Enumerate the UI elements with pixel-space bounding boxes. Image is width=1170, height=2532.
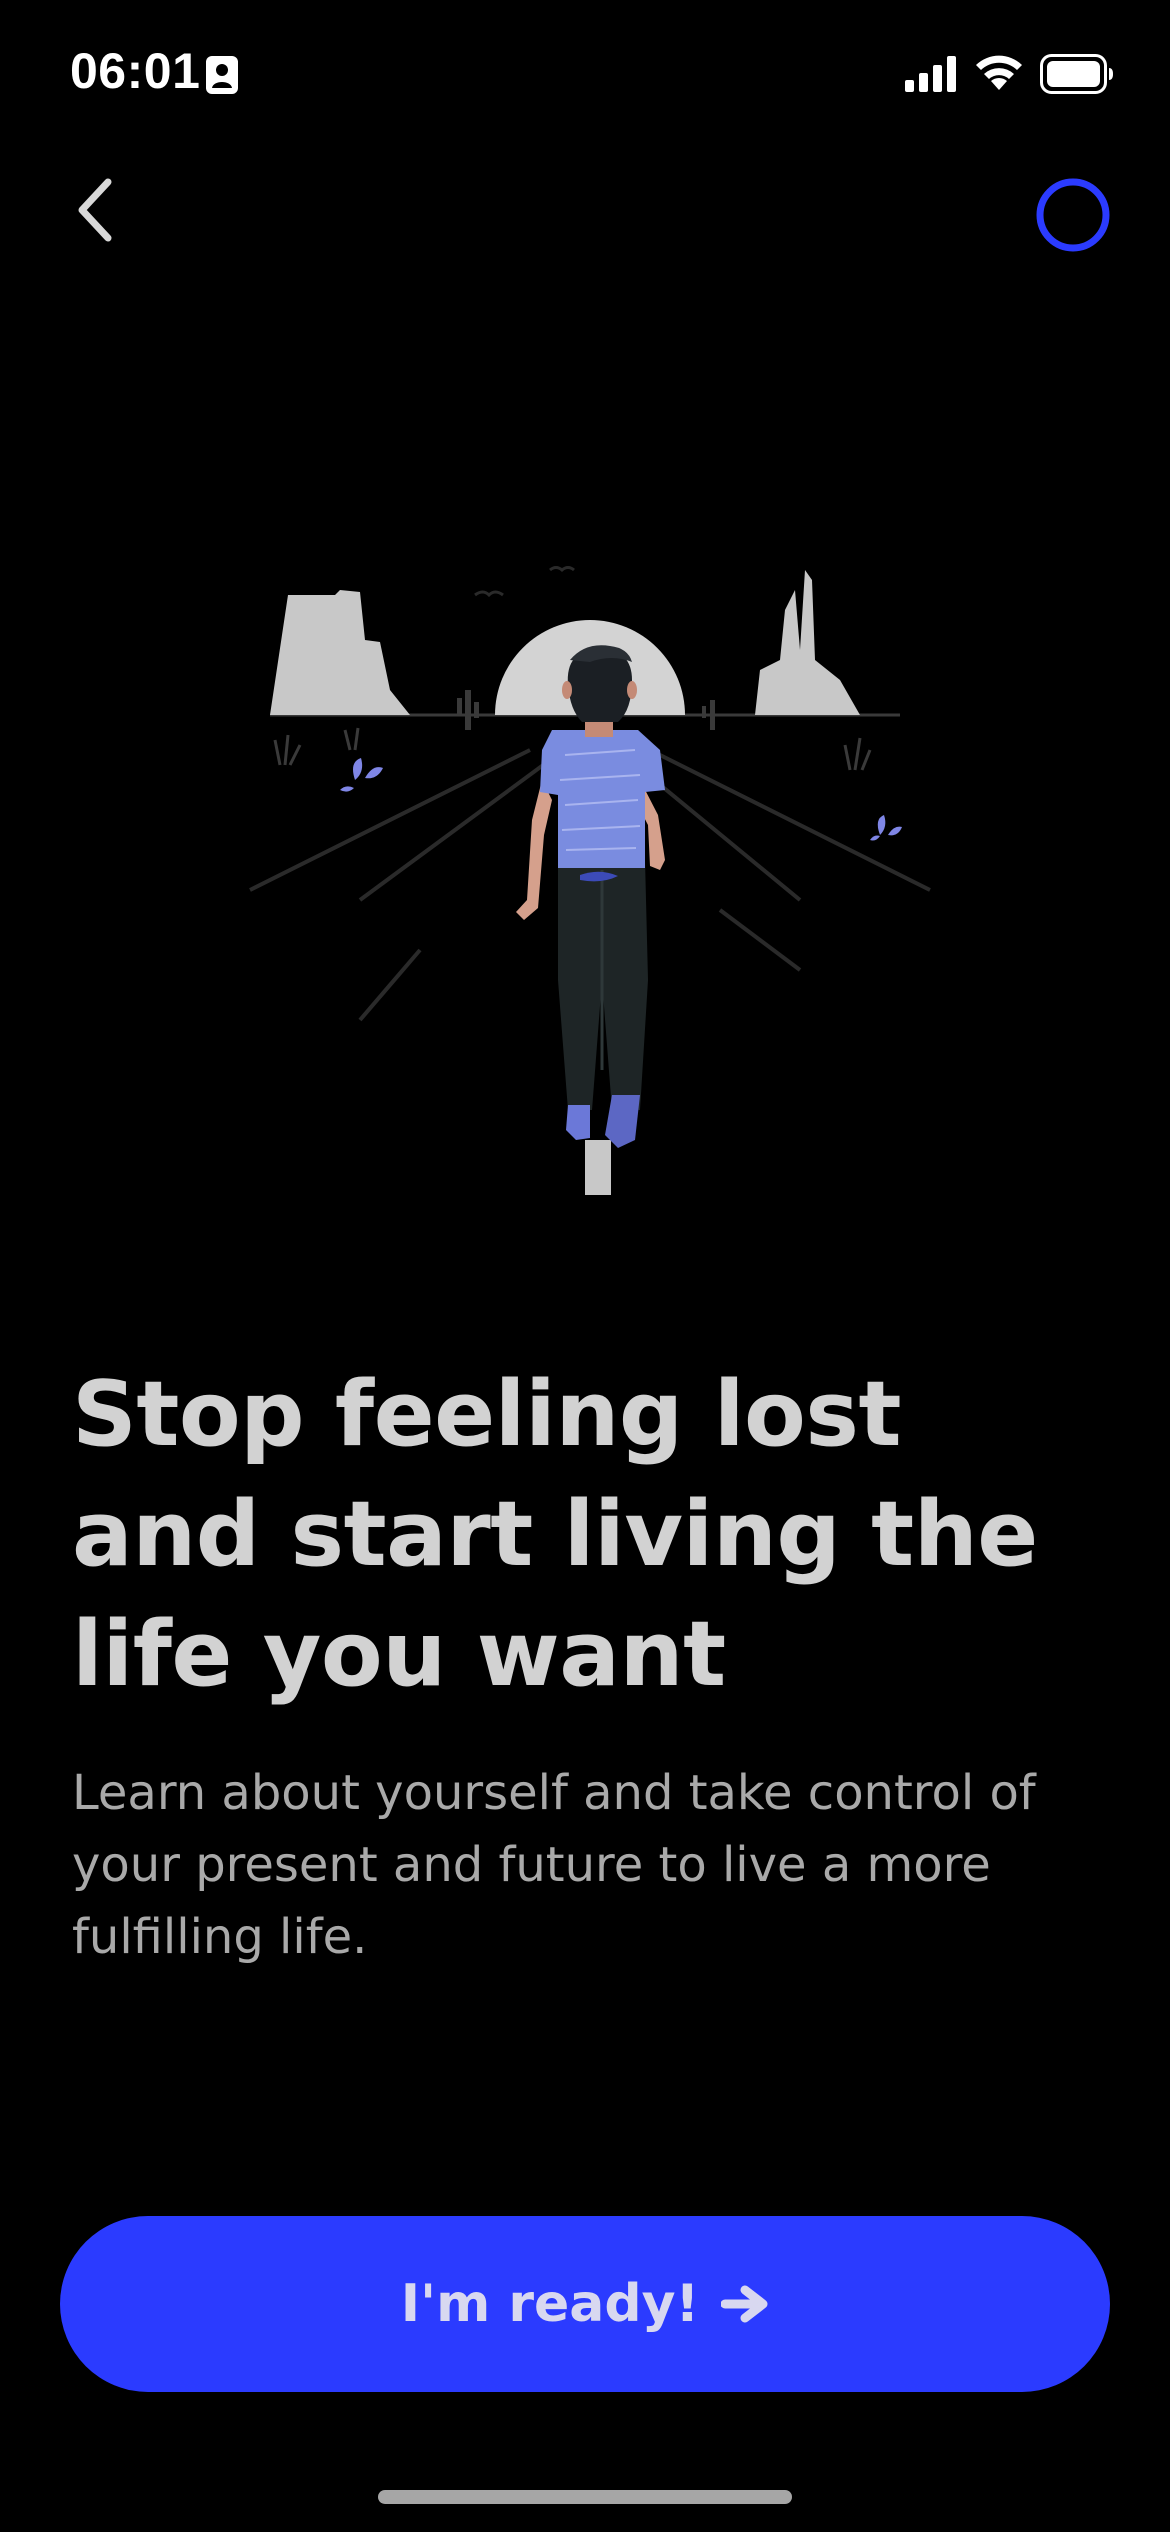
im-ready-button[interactable]: I'm ready! <box>60 2216 1110 2392</box>
person-figure <box>516 645 665 1148</box>
wifi-icon <box>976 55 1022 90</box>
progress-ring-icon <box>1036 178 1110 252</box>
contact-badge-icon <box>206 56 238 94</box>
status-time: 06:01 <box>70 43 201 99</box>
onboarding-headline: Stop feeling lost and start living the l… <box>72 1362 1038 1707</box>
cactus-left <box>457 690 479 730</box>
im-ready-button-label: I'm ready! <box>400 2274 700 2334</box>
arrow-right-icon <box>721 2285 768 2323</box>
battery-icon <box>1040 54 1113 94</box>
back-button[interactable] <box>60 170 130 250</box>
walking-person-illustration <box>249 566 931 1195</box>
home-indicator <box>378 2490 792 2504</box>
cellular-signal-icon <box>905 56 956 92</box>
onboarding-subtitle: Learn about yourself and take control of… <box>72 1765 1036 1965</box>
chevron-left-icon <box>78 178 112 242</box>
status-bar: 06:01 <box>0 0 1170 150</box>
